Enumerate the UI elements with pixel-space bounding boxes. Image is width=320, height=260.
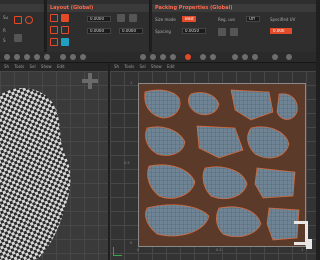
view-tab-sel[interactable]: Sel	[30, 64, 36, 69]
layout-field-2[interactable]: 0.0000	[87, 28, 111, 34]
left-properties-panel: Su R S	[0, 0, 45, 52]
layout-icon-6[interactable]	[61, 38, 69, 46]
view-tab-edit[interactable]: Edit	[57, 64, 65, 69]
packing-panel: Packing Properties (Global) Size mode Be…	[152, 0, 316, 52]
uv-tab-edit[interactable]: Edit	[167, 64, 175, 69]
packing-icon-2[interactable]	[230, 28, 238, 36]
tick-x-1: 0.5	[216, 248, 222, 252]
uv-islands	[144, 89, 300, 241]
tool-sphere-5-icon[interactable]	[44, 54, 50, 60]
spacing-field[interactable]: 0.0050	[182, 28, 206, 34]
rotate-icon[interactable]	[25, 16, 33, 24]
tick-y-0: 1	[130, 81, 133, 85]
tool-sphere-8-icon[interactable]	[80, 54, 86, 60]
layout-field-1[interactable]: 0.0000	[87, 16, 111, 22]
checkered-head-model	[0, 87, 71, 260]
tool-sphere-20-icon[interactable]	[286, 54, 292, 60]
left-panel-title	[0, 4, 44, 12]
layout-icon-7[interactable]	[117, 14, 125, 22]
tick-y-1: 0.5	[124, 161, 130, 165]
tool-sphere-10-icon[interactable]	[150, 54, 156, 60]
size-mode-field[interactable]: Best	[182, 16, 196, 22]
left-label-1: Su	[3, 15, 9, 20]
layout-icon-5[interactable]	[50, 38, 58, 46]
uv-tab-sh[interactable]: Sh	[114, 64, 119, 69]
viewport-3d-header: Sh Tools Sel Show Edit	[0, 63, 108, 71]
view-tab-sh[interactable]: Sh	[4, 64, 9, 69]
packing-label-3: Reg. uvs	[218, 17, 236, 22]
layout-icon-1[interactable]	[50, 14, 58, 22]
layout-icon-4[interactable]	[61, 26, 69, 34]
uv-tab-tools[interactable]: Tools	[124, 64, 134, 69]
tool-sphere-3-icon[interactable]	[24, 54, 30, 60]
packing-panel-title: Packing Properties (Global)	[152, 4, 316, 12]
left-label-3: S	[3, 38, 6, 43]
move-icon[interactable]	[14, 16, 22, 24]
view-tab-show[interactable]: Show	[41, 64, 52, 69]
left-label-2: R	[3, 28, 6, 33]
view-tab-tools[interactable]: Tools	[14, 64, 24, 69]
layout-icon-2[interactable]	[61, 14, 69, 22]
tool-sphere-15-icon[interactable]	[210, 54, 216, 60]
layout-icon-8[interactable]	[129, 14, 137, 22]
layout-panel: Layout (Global) 0.0000 0.0000 0.0000	[47, 0, 150, 52]
reg-uvs-field[interactable]: Off	[246, 16, 260, 22]
tool-sphere-9-icon[interactable]	[140, 54, 146, 60]
tool-sphere-4-icon[interactable]	[34, 54, 40, 60]
axis-gizmo-icon	[112, 247, 122, 257]
uv-editor-viewport[interactable]: 0 0.5 1 1 0.5 0	[110, 71, 316, 260]
scale-icon[interactable]	[14, 34, 22, 42]
uv-tab-sel[interactable]: Sel	[140, 64, 146, 69]
tool-sphere-1-icon[interactable]	[4, 54, 10, 60]
packing-label-4: Specified UV	[270, 17, 296, 22]
uv-tab-show[interactable]: Show	[151, 64, 162, 69]
tool-sphere-2-icon[interactable]	[14, 54, 20, 60]
tick-y-2: 0	[130, 241, 133, 245]
tool-sphere-18-icon[interactable]	[252, 54, 258, 60]
tool-sphere-16-icon[interactable]	[232, 54, 238, 60]
tool-sphere-17-icon[interactable]	[242, 54, 248, 60]
tool-sphere-6-icon[interactable]	[60, 54, 66, 60]
nav-gizmo-icon[interactable]	[82, 73, 98, 89]
layout-icon-3[interactable]	[50, 26, 58, 34]
tool-sphere-14-icon[interactable]	[200, 54, 206, 60]
tool-sphere-11-icon[interactable]	[160, 54, 166, 60]
packing-label-1: Size mode	[155, 17, 176, 22]
tool-strip	[0, 52, 316, 63]
tick-x-0: 0	[137, 248, 140, 252]
specified-uv-field[interactable]: 0.000	[270, 28, 292, 34]
layout-field-3[interactable]: 0.0000	[119, 28, 143, 34]
logo-watermark	[294, 221, 314, 251]
uv-tile[interactable]	[138, 83, 306, 247]
layout-panel-title: Layout (Global)	[47, 4, 149, 12]
tool-sphere-12-icon[interactable]	[170, 54, 176, 60]
packing-icon-1[interactable]	[218, 28, 226, 36]
tool-sphere-19-icon[interactable]	[272, 54, 278, 60]
viewport-uv-header: Sh Tools Sel Show Edit	[110, 63, 316, 71]
viewport-3d[interactable]	[0, 71, 108, 260]
tool-sphere-13-icon[interactable]	[185, 54, 191, 60]
packing-label-2: Spacing	[155, 29, 171, 34]
tool-sphere-7-icon[interactable]	[70, 54, 76, 60]
